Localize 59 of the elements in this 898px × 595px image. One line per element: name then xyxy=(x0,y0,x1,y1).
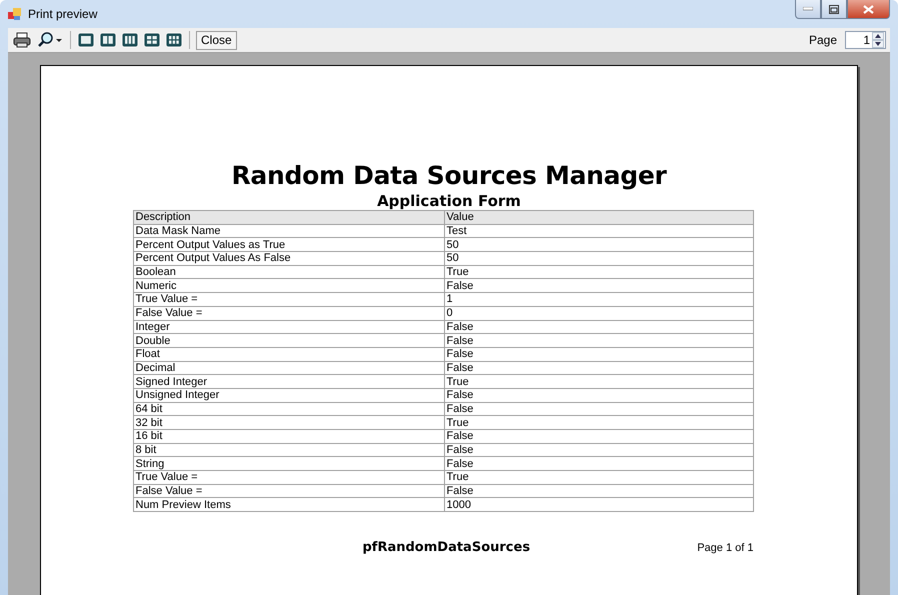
table-cell: Num Preview Items xyxy=(133,498,444,512)
document-title: Random Data Sources Manager xyxy=(231,161,667,190)
table-cell: False xyxy=(444,347,753,362)
table-cell: False xyxy=(444,484,753,498)
table-cell: True Value = xyxy=(133,292,444,306)
table-cell: 50 xyxy=(444,238,753,252)
table-cell: False xyxy=(444,402,753,416)
table-cell: Signed Integer xyxy=(133,374,444,388)
close-window-button[interactable] xyxy=(847,0,890,19)
table-cell: True Value = xyxy=(133,470,444,484)
close-icon xyxy=(863,4,874,14)
table-cell: Test xyxy=(444,224,753,238)
table-cell: False xyxy=(444,334,753,348)
table-cell: True xyxy=(444,416,753,430)
table-cell: False xyxy=(444,388,753,402)
table-cell: Integer xyxy=(133,320,444,334)
page-label: Page xyxy=(808,33,837,47)
minimize-button[interactable] xyxy=(795,0,821,19)
table-cell: False xyxy=(444,361,753,375)
table-cell: Numeric xyxy=(133,278,444,293)
table-cell: Unsigned Integer xyxy=(133,388,444,402)
maximize-icon xyxy=(829,4,839,14)
table-cell: 64 bit xyxy=(133,402,444,416)
table-cell: Double xyxy=(133,334,444,348)
table-cell: True xyxy=(444,470,753,484)
table-cell: 1000 xyxy=(444,498,753,512)
app-icon xyxy=(8,7,22,21)
table-cell: Boolean xyxy=(133,265,444,279)
table-cell: False Value = xyxy=(133,306,444,320)
table-cell: False xyxy=(444,278,753,293)
table-cell: String xyxy=(133,456,444,471)
table-cell: False xyxy=(444,320,753,334)
table-cell: Decimal xyxy=(133,361,444,375)
printer-icon[interactable] xyxy=(12,30,32,50)
table-cell: 8 bit xyxy=(133,443,444,457)
table-cell: False Value = xyxy=(133,484,444,498)
page-number: Page 1 of 1 xyxy=(697,542,754,554)
close-button[interactable]: Close xyxy=(196,30,237,50)
table-cell: 32 bit xyxy=(133,416,444,430)
table-cell: Percent Output Values as True xyxy=(133,238,444,252)
table-cell: Percent Output Values As False xyxy=(133,252,444,266)
table-cell: 16 bit xyxy=(133,430,444,444)
table-cell: False xyxy=(444,430,753,444)
window-title: Print preview xyxy=(28,7,98,21)
column-header: Value xyxy=(444,210,753,224)
table-cell: Data Mask Name xyxy=(133,224,444,238)
column-header: Description xyxy=(133,210,444,224)
table-cell: 50 xyxy=(444,252,753,266)
document-subtitle: Application Form xyxy=(377,192,521,210)
maximize-button[interactable] xyxy=(821,0,847,19)
table-cell: False xyxy=(444,443,753,457)
table-cell: False xyxy=(444,456,753,471)
table-cell: 1 xyxy=(444,292,753,306)
minimize-icon xyxy=(803,7,813,11)
table-cell: True xyxy=(444,374,753,388)
table-cell: True xyxy=(444,265,753,279)
table-cell: Float xyxy=(133,347,444,362)
footer-text: pfRandomDataSources xyxy=(362,540,530,556)
table-cell: 0 xyxy=(444,306,753,320)
